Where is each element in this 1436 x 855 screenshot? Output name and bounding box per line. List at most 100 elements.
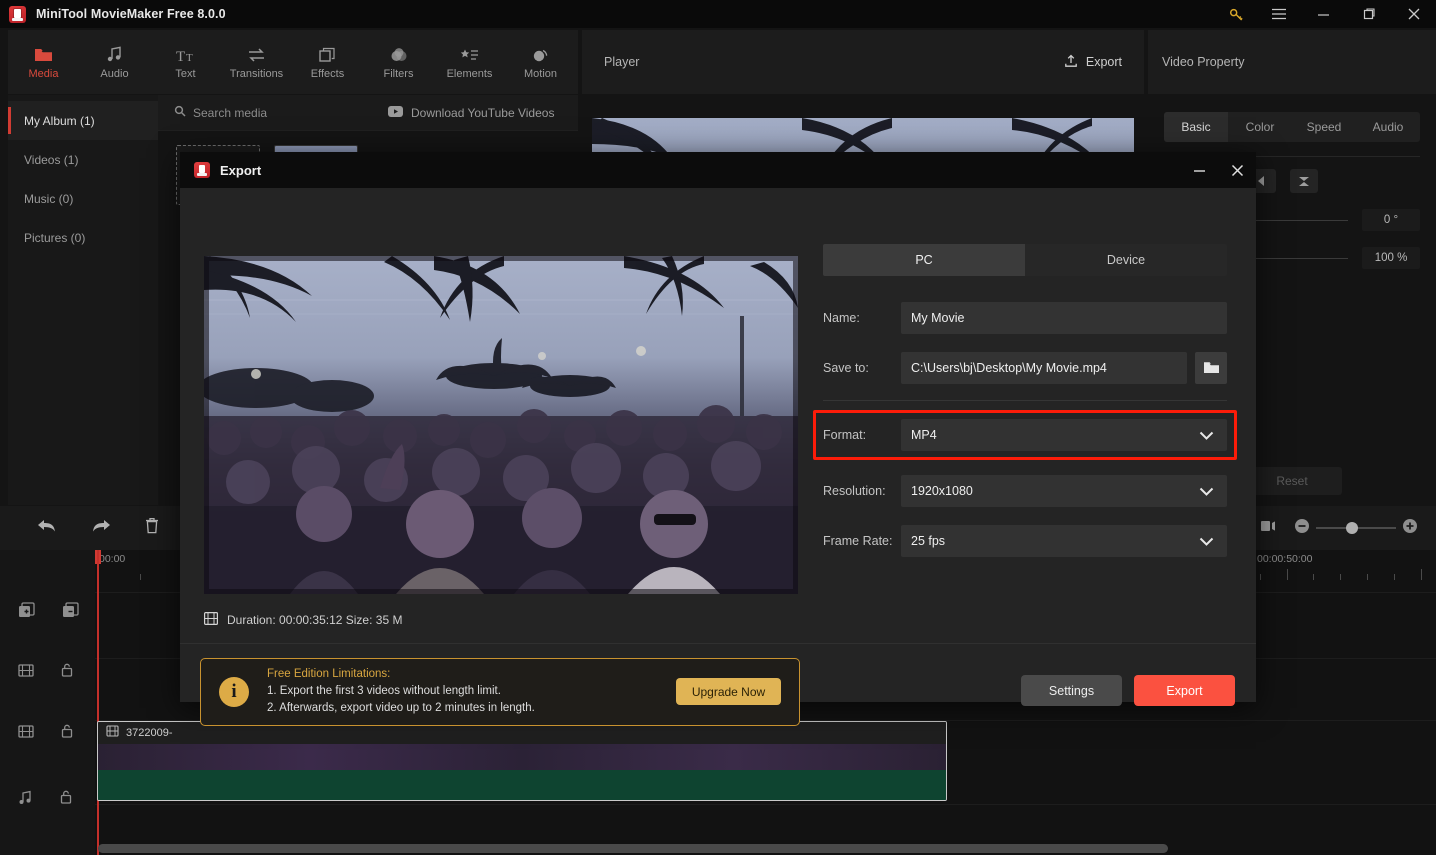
media-nav: My Album (1) Videos (1) Music (0) Pictur… [8, 95, 158, 505]
search-placeholder-text: Search media [193, 105, 268, 120]
flip-vertical-icon[interactable] [1290, 169, 1318, 193]
tab-effects-label: Effects [310, 67, 345, 80]
tab-filters-label: Filters [383, 67, 414, 80]
export-dialog: Export Duration: 00:00:35:12 Size: 35 M … [180, 152, 1256, 726]
resolution-row: Resolution: 1920x1080 [823, 475, 1227, 507]
tab-elements[interactable]: Elements [434, 30, 505, 94]
player-export-button[interactable]: Export [1064, 54, 1122, 71]
film-icon [204, 612, 219, 628]
export-dialog-titlebar: Export [180, 152, 1256, 188]
motion-icon [532, 45, 550, 63]
frame-rate-select[interactable]: 25 fps [901, 525, 1227, 557]
maximize-button[interactable] [1346, 0, 1391, 28]
tab-motion-label: Motion [523, 67, 558, 80]
export-meta: Duration: 00:00:35:12 Size: 35 M [204, 612, 402, 628]
scale-value[interactable]: 100 % [1362, 247, 1420, 269]
export-dialog-body: Duration: 00:00:35:12 Size: 35 M i Free … [180, 188, 1256, 766]
lock-icon[interactable] [60, 662, 74, 683]
timeline-track-headers [0, 550, 95, 855]
zoom-slider-knob[interactable] [1346, 522, 1359, 534]
tab-speed[interactable]: Speed [1292, 112, 1356, 142]
rotate-value[interactable]: 0 ° [1362, 209, 1420, 231]
save-to-input[interactable]: C:\Users\bj\Desktop\My Movie.mp4 [901, 352, 1187, 384]
tab-device-label: Device [1106, 253, 1146, 267]
add-track-icon[interactable] [18, 602, 36, 624]
tab-pc[interactable]: PC [823, 244, 1025, 276]
effects-icon [318, 45, 337, 63]
export-duration-size-text: Duration: 00:00:35:12 Size: 35 M [227, 613, 403, 627]
film-icon [18, 663, 34, 683]
format-label: Format: [823, 428, 867, 442]
name-row: Name: My Movie [823, 302, 1227, 334]
dialog-minimize-button[interactable] [1180, 152, 1218, 188]
track-header-tools [0, 602, 95, 624]
tab-color[interactable]: Color [1228, 112, 1292, 142]
format-select[interactable]: MP4 [901, 419, 1227, 451]
app-logo-icon [9, 5, 26, 23]
zoom-in-icon[interactable] [1402, 518, 1418, 539]
tab-device[interactable]: Device [1025, 244, 1227, 276]
tab-motion[interactable]: Motion [505, 30, 576, 94]
download-youtube-button[interactable]: Download YouTube Videos [388, 105, 555, 120]
name-input[interactable]: My Movie [901, 302, 1227, 334]
download-youtube-label: Download YouTube Videos [411, 105, 555, 120]
remove-track-icon[interactable] [62, 602, 80, 624]
playhead[interactable] [97, 550, 99, 855]
hamburger-icon[interactable] [1256, 0, 1301, 28]
tab-text-label: Text [175, 67, 196, 80]
resolution-value: 1920x1080 [911, 484, 973, 498]
browse-folder-button[interactable] [1195, 352, 1227, 384]
sidebar-item-my-album[interactable]: My Album (1) [8, 101, 158, 140]
track-header-video-1 [0, 662, 95, 683]
tab-filters[interactable]: Filters [363, 30, 434, 94]
tab-audio-label: Audio [1372, 120, 1404, 134]
sidebar-item-videos[interactable]: Videos (1) [8, 140, 158, 179]
export-upload-icon [1064, 54, 1078, 71]
film-icon [106, 724, 119, 742]
sidebar-item-music[interactable]: Music (0) [8, 179, 158, 218]
tab-text[interactable]: TT Text [150, 30, 221, 94]
lock-icon[interactable] [60, 723, 74, 744]
app-logo-icon [194, 162, 210, 178]
tab-transitions[interactable]: Transitions [221, 30, 292, 94]
tab-elements-label: Elements [446, 67, 493, 80]
tab-effects[interactable]: Effects [292, 30, 363, 94]
tab-transitions-label: Transitions [229, 67, 284, 80]
name-label: Name: [823, 311, 860, 325]
player-export-label: Export [1085, 55, 1122, 69]
window-controls [1216, 0, 1436, 28]
close-button[interactable] [1391, 0, 1436, 28]
tab-audio-label: Audio [100, 67, 129, 80]
sidebar-item-pictures[interactable]: Pictures (0) [8, 218, 158, 257]
tab-media[interactable]: Media [8, 30, 79, 94]
sidebar-item-music-label: Music (0) [24, 191, 74, 206]
sidebar-item-pictures-label: Pictures (0) [24, 230, 86, 245]
settings-button[interactable]: Settings [1021, 675, 1122, 706]
dialog-close-button[interactable] [1218, 152, 1256, 188]
zoom-slider[interactable] [1316, 522, 1396, 534]
key-icon[interactable] [1216, 0, 1256, 28]
sidebar-item-videos-label: Videos (1) [24, 152, 79, 167]
lock-icon[interactable] [59, 789, 73, 810]
upgrade-now-button[interactable]: Upgrade Now [676, 678, 781, 705]
timeline-zoom-controls [1260, 518, 1418, 539]
timeline-mode-icon[interactable] [1260, 519, 1276, 538]
elements-icon [460, 45, 480, 63]
undo-icon[interactable] [36, 518, 58, 539]
search-input[interactable]: Search media [158, 105, 388, 120]
video-property-header: Video Property [1148, 30, 1436, 94]
app-window: MiniTool MovieMaker Free 8.0.0 Media Aud… [0, 0, 1436, 855]
tab-basic[interactable]: Basic [1164, 112, 1228, 142]
resolution-select[interactable]: 1920x1080 [901, 475, 1227, 507]
timeline-horizontal-scrollbar[interactable] [98, 844, 1168, 853]
export-video-preview [204, 256, 798, 594]
trash-icon[interactable] [144, 517, 160, 539]
reset-button[interactable]: Reset [1242, 467, 1342, 495]
export-button[interactable]: Export [1134, 675, 1235, 706]
minimize-button[interactable] [1301, 0, 1346, 28]
zoom-out-icon[interactable] [1294, 518, 1310, 539]
tab-audio[interactable]: Audio [1356, 112, 1420, 142]
redo-icon[interactable] [90, 518, 112, 539]
tab-audio[interactable]: Audio [79, 30, 150, 94]
svg-text:T: T [186, 52, 193, 63]
